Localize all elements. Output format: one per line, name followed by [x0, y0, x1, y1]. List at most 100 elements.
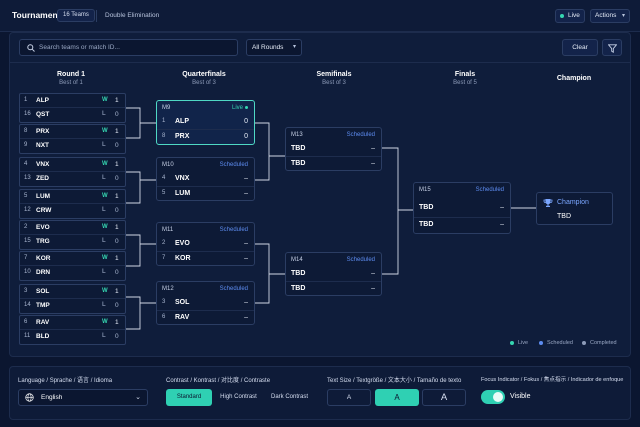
- match-card-m12[interactable]: M12 Scheduled 3 SOL – 6 RAV –: [156, 281, 255, 325]
- round1-match[interactable]: 8 PRX W 1 9 NXT L 0: [19, 124, 126, 154]
- team-row[interactable]: 2 EVO –: [157, 237, 254, 252]
- score: –: [244, 299, 248, 306]
- match-card-m14[interactable]: M14 Scheduled TBD – TBD –: [285, 252, 382, 296]
- match-card-m9[interactable]: M9 Live 1 ALP 0 8 PRX 0: [156, 100, 255, 145]
- round1-match[interactable]: 6 RAV W 1 11 BLD L 0: [19, 315, 126, 345]
- team-row[interactable]: 11 BLD L 0: [20, 330, 125, 344]
- team-row[interactable]: TBD –: [414, 217, 510, 232]
- text-size-label: Text Size / Textgröße / 文本大小 / Tamaño de…: [327, 378, 462, 384]
- team-row[interactable]: 6 RAV –: [157, 310, 254, 325]
- round1-match[interactable]: 2 EVO W 1 15 TRG L 0: [19, 220, 126, 250]
- team-row[interactable]: 5 LUM –: [157, 186, 254, 201]
- team-row[interactable]: TBD –: [286, 156, 381, 171]
- result-badge: W: [102, 128, 108, 134]
- text-size-small-button[interactable]: A: [327, 389, 371, 406]
- team-name: EVO: [36, 224, 50, 231]
- result-badge: L: [102, 142, 106, 148]
- team-row[interactable]: 8 PRX 0: [157, 129, 254, 144]
- contrast-dark-button[interactable]: Dark Contrast: [266, 389, 313, 406]
- focus-indicator-toggle[interactable]: [481, 390, 505, 404]
- contrast-high-button[interactable]: High Contrast: [215, 389, 262, 406]
- result-badge: L: [102, 111, 106, 117]
- match-card-m13[interactable]: M13 Scheduled TBD – TBD –: [285, 127, 382, 171]
- team-name: TBD: [419, 221, 434, 228]
- match-card-m15[interactable]: M15 Scheduled TBD – TBD –: [413, 182, 511, 234]
- seed: 5: [24, 193, 28, 199]
- team-row[interactable]: 10 DRN L 0: [20, 266, 125, 280]
- match-status: Scheduled: [219, 227, 248, 233]
- team-row[interactable]: TBD –: [414, 201, 510, 216]
- seed: 3: [162, 299, 166, 305]
- team-row[interactable]: 3 SOL –: [157, 296, 254, 311]
- round1-match[interactable]: 1 ALP W 1 16 QST L 0: [19, 93, 126, 123]
- round1-match[interactable]: 4 VNX W 1 13 ZED L 0: [19, 157, 126, 187]
- live-dot-icon: [245, 105, 248, 109]
- text-size-medium-button[interactable]: A: [375, 389, 419, 406]
- team-row[interactable]: 7 KOR W 1: [20, 252, 125, 266]
- team-row[interactable]: 13 ZED L 0: [20, 172, 125, 186]
- team-row[interactable]: TBD –: [286, 281, 381, 296]
- score: 1: [115, 193, 119, 200]
- score: 0: [115, 238, 119, 245]
- team-name: PRX: [36, 128, 50, 135]
- score: 0: [115, 333, 119, 340]
- match-id: M12: [162, 286, 174, 292]
- match-card-m10[interactable]: M10 Scheduled 4 VNX – 5 LUM –: [156, 157, 255, 201]
- team-row[interactable]: 16 QST L 0: [20, 108, 125, 122]
- team-row[interactable]: 7 KOR –: [157, 251, 254, 266]
- team-row[interactable]: 15 TRG L 0: [20, 235, 125, 249]
- team-row[interactable]: 1 ALP 0: [157, 115, 254, 130]
- team-name: KOR: [175, 255, 191, 262]
- team-row[interactable]: 8 PRX W 1: [20, 125, 125, 139]
- team-name: ZED: [36, 175, 49, 182]
- champion-card[interactable]: Champion TBD: [536, 192, 613, 225]
- team-row[interactable]: TBD –: [286, 142, 381, 157]
- contrast-standard-button[interactable]: Standard: [166, 389, 212, 406]
- seed: 5: [162, 190, 166, 196]
- result-badge: L: [102, 175, 106, 181]
- team-name: ALP: [175, 118, 189, 125]
- score: 0: [115, 175, 119, 182]
- legend-completed: Completed: [582, 340, 617, 346]
- team-row[interactable]: 9 NXT L 0: [20, 139, 125, 153]
- team-name: VNX: [175, 175, 190, 182]
- focus-indicator-value: Visible: [510, 393, 531, 400]
- round1-match[interactable]: 5 LUM W 1 12 CRW L 0: [19, 189, 126, 219]
- seed: 11: [24, 333, 31, 339]
- team-row[interactable]: 2 EVO W 1: [20, 221, 125, 235]
- team-row[interactable]: 4 VNX –: [157, 172, 254, 187]
- score: –: [244, 255, 248, 262]
- score: 0: [115, 111, 119, 118]
- team-row[interactable]: TBD –: [286, 267, 381, 282]
- seed: 8: [162, 133, 166, 139]
- seed: 6: [162, 314, 166, 320]
- score: –: [371, 285, 375, 292]
- team-row[interactable]: 12 CRW L 0: [20, 204, 125, 218]
- score: –: [244, 175, 248, 182]
- score: 0: [115, 269, 119, 276]
- team-row[interactable]: 5 LUM W 1: [20, 190, 125, 204]
- match-id: M9: [162, 105, 171, 111]
- team-row[interactable]: 1 ALP W 1: [20, 94, 125, 108]
- score: –: [244, 240, 248, 247]
- match-status: Scheduled: [219, 286, 248, 292]
- match-status: Scheduled: [346, 257, 375, 263]
- round1-match[interactable]: 3 SOL W 1 14 TMP L 0: [19, 284, 126, 314]
- seed: 15: [24, 238, 31, 244]
- match-card-m11[interactable]: M11 Scheduled 2 EVO – 7 KOR –: [156, 222, 255, 266]
- champion-team: TBD: [557, 213, 571, 220]
- team-row[interactable]: 6 RAV W 1: [20, 316, 125, 330]
- globe-icon: [25, 393, 34, 402]
- team-row[interactable]: 3 SOL W 1: [20, 285, 125, 299]
- text-size-large-button[interactable]: A: [422, 389, 466, 406]
- score: 1: [115, 319, 119, 326]
- contrast-label: Contrast / Kontrast / 对比度 / Contraste: [166, 378, 271, 384]
- score: 0: [244, 118, 248, 125]
- team-name: DRN: [36, 269, 51, 276]
- team-name: RAV: [36, 319, 50, 326]
- team-row[interactable]: 14 TMP L 0: [20, 299, 125, 313]
- focus-indicator-label: Focus Indicator / Fokus / 焦点指示 / Indicad…: [481, 377, 624, 383]
- language-select[interactable]: English ⌄: [18, 389, 148, 406]
- team-row[interactable]: 4 VNX W 1: [20, 158, 125, 172]
- round1-match[interactable]: 7 KOR W 1 10 DRN L 0: [19, 251, 126, 281]
